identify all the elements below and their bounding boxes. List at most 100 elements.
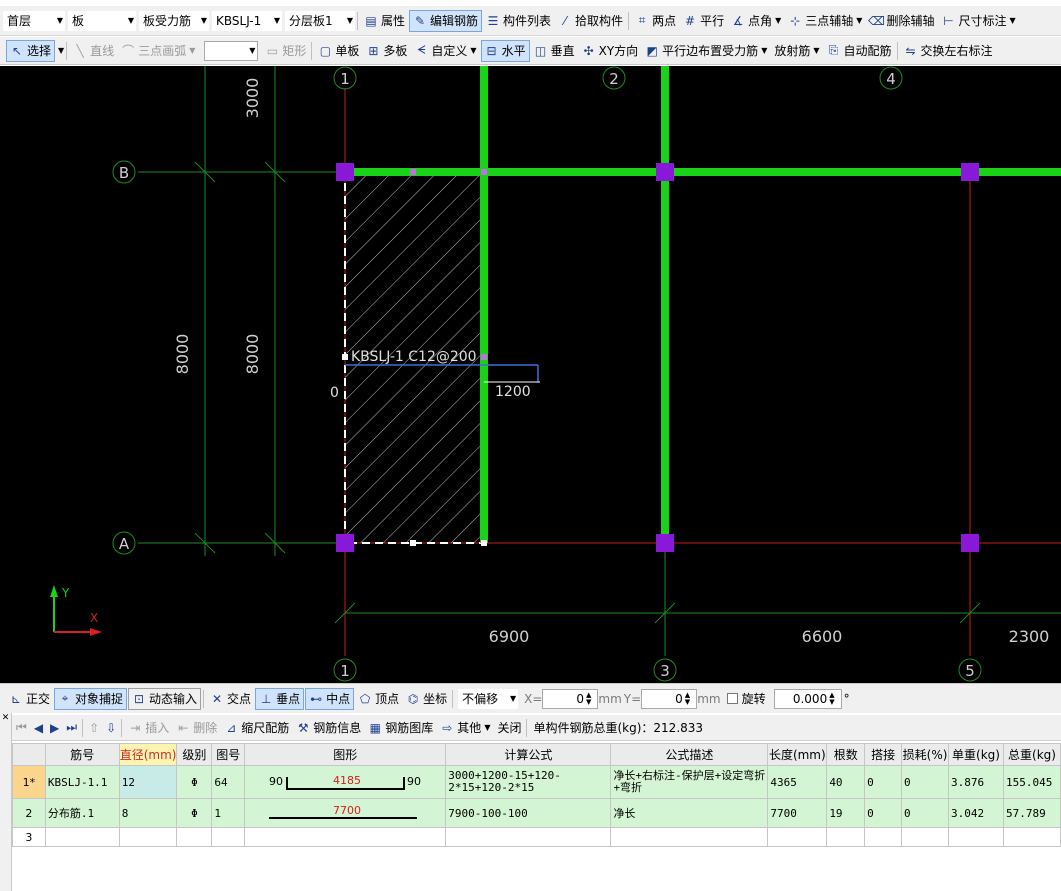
parallel-edge-button[interactable]: ◩ 平行边布置受力筋 ▼ bbox=[642, 40, 770, 62]
delete-button[interactable]: ⇤ 删除 bbox=[173, 717, 220, 739]
cell-shape[interactable]: 90 4185 90 bbox=[244, 765, 447, 799]
cell-grade[interactable] bbox=[176, 827, 213, 847]
cell-name[interactable]: KBSLJ-1.1 bbox=[44, 765, 120, 799]
cell-diameter[interactable] bbox=[118, 827, 178, 847]
cell-length[interactable]: 4365 bbox=[767, 765, 828, 799]
cell-loss[interactable]: 0 bbox=[901, 798, 950, 828]
rebar-type-select[interactable]: 板受力筋 ▼ bbox=[139, 10, 209, 31]
insert-button[interactable]: ⇥ 插入 bbox=[125, 717, 172, 739]
row-number[interactable]: 3 bbox=[12, 827, 46, 847]
grip-point[interactable] bbox=[410, 169, 416, 175]
y-input[interactable]: 0 ▲ ▼ bbox=[641, 688, 698, 709]
column[interactable] bbox=[961, 163, 979, 181]
xy-direction-button[interactable]: ✣ XY方向 bbox=[579, 40, 642, 62]
column[interactable] bbox=[656, 534, 674, 552]
pick-component-button[interactable]: ⁄ 拾取构件 bbox=[555, 10, 626, 32]
cell-diameter[interactable]: 12 bbox=[118, 765, 178, 799]
vertical-button[interactable]: ◫ 垂直 bbox=[531, 40, 578, 62]
arc-button[interactable]: ⌒ 三点画弧 ▼ bbox=[118, 40, 198, 62]
cell-unit-weight[interactable] bbox=[948, 827, 1004, 847]
cell-loss[interactable]: 0 bbox=[901, 765, 950, 799]
grip-point[interactable] bbox=[481, 169, 487, 175]
prev-record-button[interactable]: ◀ bbox=[31, 717, 46, 739]
col-header-loss[interactable]: 损耗(%) bbox=[901, 743, 950, 766]
delete-axis-button[interactable]: ⌫ 删除辅轴 bbox=[866, 10, 937, 32]
cell-description[interactable]: 净长 bbox=[610, 798, 769, 828]
beam[interactable] bbox=[345, 168, 1061, 176]
cell-shape[interactable] bbox=[244, 827, 447, 847]
cell-grade[interactable]: Φ bbox=[176, 765, 213, 799]
last-record-button[interactable]: ⏭ bbox=[63, 717, 80, 739]
move-up-button[interactable]: ⇧ bbox=[86, 717, 102, 739]
rotate-input[interactable]: 0.000 ▲ ▼ bbox=[773, 688, 842, 709]
radial-button[interactable]: 放射筋 ▼ bbox=[771, 40, 822, 62]
drawing-svg[interactable]: 1 2 4 B A 1 3 5 3000 8000 8000 6900 6600… bbox=[0, 66, 1061, 683]
cell-name[interactable]: 分布筋.1 bbox=[44, 798, 120, 828]
chevron-down-icon[interactable]: ▼ bbox=[58, 46, 64, 55]
col-header-diameter[interactable]: 直径(mm) bbox=[118, 743, 178, 766]
drawing-canvas[interactable]: 1 2 4 B A 1 3 5 3000 8000 8000 6900 6600… bbox=[0, 66, 1061, 683]
parallel-axis-button[interactable]: # 平行 bbox=[680, 10, 727, 32]
cell-description[interactable] bbox=[610, 827, 769, 847]
ortho-button[interactable]: ⊾ 正交 bbox=[6, 688, 53, 710]
swap-labels-button[interactable]: ⇋ 交换左右标注 bbox=[901, 40, 996, 62]
column[interactable] bbox=[336, 534, 354, 552]
cell-lap[interactable]: 0 bbox=[864, 798, 903, 828]
right-extension-label[interactable]: 1200 bbox=[495, 384, 531, 400]
grip-point[interactable] bbox=[481, 354, 487, 360]
cell-total-weight[interactable] bbox=[1002, 827, 1061, 847]
cell-total-weight[interactable]: 155.045 bbox=[1002, 765, 1061, 799]
line-button[interactable]: ╲ 直线 bbox=[70, 40, 117, 62]
cell-description[interactable]: 净长+右标注-保护层+设定弯折+弯折 bbox=[610, 765, 769, 799]
grip-point[interactable] bbox=[342, 354, 348, 360]
x-input[interactable]: 0 ▲ ▼ bbox=[542, 688, 599, 709]
multi-board-button[interactable]: ⊞ 多板 bbox=[363, 40, 410, 62]
table-row[interactable]: 3 bbox=[12, 827, 1061, 847]
single-board-button[interactable]: ▢ 单板 bbox=[315, 40, 362, 62]
cell-length[interactable] bbox=[767, 827, 828, 847]
three-point-axis-button[interactable]: ⊹ 三点辅轴 ▼ bbox=[785, 10, 865, 32]
grip-point[interactable] bbox=[410, 540, 416, 546]
close-button[interactable]: 关闭 bbox=[494, 717, 524, 739]
floor-select[interactable]: 首层 ▼ bbox=[3, 10, 65, 31]
cell-unit-weight[interactable]: 3.876 bbox=[948, 765, 1004, 799]
col-header-length[interactable]: 长度(mm) bbox=[767, 743, 828, 766]
cell-formula[interactable]: 7900-100-100 bbox=[445, 798, 612, 828]
cell-lap[interactable]: 0 bbox=[864, 765, 903, 799]
object-snap-button[interactable]: ⌖ 对象捕捉 bbox=[54, 687, 128, 710]
cell-grade[interactable]: Φ bbox=[176, 798, 213, 828]
column[interactable] bbox=[336, 163, 354, 181]
midpoint-snap-button[interactable]: ⊷ 中点 bbox=[305, 687, 355, 710]
left-extension-label[interactable]: 0 bbox=[330, 385, 339, 401]
cell-formula[interactable] bbox=[445, 827, 612, 847]
spinner-icon[interactable]: ▲ ▼ bbox=[586, 691, 591, 706]
cell-figure-no[interactable]: 64 bbox=[211, 765, 246, 799]
column[interactable] bbox=[961, 534, 979, 552]
rotate-checkbox[interactable] bbox=[726, 693, 738, 704]
offset-select[interactable]: 不偏移 ▼ bbox=[458, 688, 519, 709]
cell-formula[interactable]: 3000+1200-15+120-2*15+120-2*15 bbox=[445, 765, 612, 799]
col-header-unit-weight[interactable]: 单重(kg) bbox=[948, 743, 1004, 766]
cell-name[interactable] bbox=[44, 827, 120, 847]
col-header-name[interactable]: 筋号 bbox=[44, 743, 120, 766]
col-header-count[interactable]: 根数 bbox=[826, 743, 866, 766]
scale-rebar-button[interactable]: ⊿ 缩尺配筋 bbox=[221, 717, 292, 739]
spinner-icon[interactable]: ▲ ▼ bbox=[829, 691, 834, 706]
cell-count[interactable] bbox=[826, 827, 866, 847]
rect-button[interactable]: ▭ 矩形 bbox=[262, 40, 309, 62]
cell-length[interactable]: 7700 bbox=[767, 798, 828, 828]
col-header-lap[interactable]: 搭接 bbox=[864, 743, 903, 766]
dynamic-input-button[interactable]: ⊡ 动态输入 bbox=[128, 687, 202, 710]
component-select[interactable]: KBSLJ-1 ▼ bbox=[212, 10, 282, 31]
col-header-grade[interactable]: 级别 bbox=[176, 743, 213, 766]
cell-unit-weight[interactable]: 3.042 bbox=[948, 798, 1004, 828]
edit-rebar-button[interactable]: ✎ 编辑钢筋 bbox=[409, 9, 483, 32]
cell-lap[interactable] bbox=[864, 827, 903, 847]
beam[interactable] bbox=[480, 66, 488, 172]
column[interactable] bbox=[656, 163, 674, 181]
horizontal-button[interactable]: ⊟ 水平 bbox=[480, 39, 530, 62]
cell-shape[interactable]: 7700 bbox=[244, 798, 447, 828]
component-type-select[interactable]: 板 ▼ bbox=[68, 10, 136, 31]
layer-select[interactable]: 分层板1 ▼ bbox=[285, 10, 355, 31]
point-angle-button[interactable]: ∡ 点角 ▼ bbox=[728, 10, 784, 32]
